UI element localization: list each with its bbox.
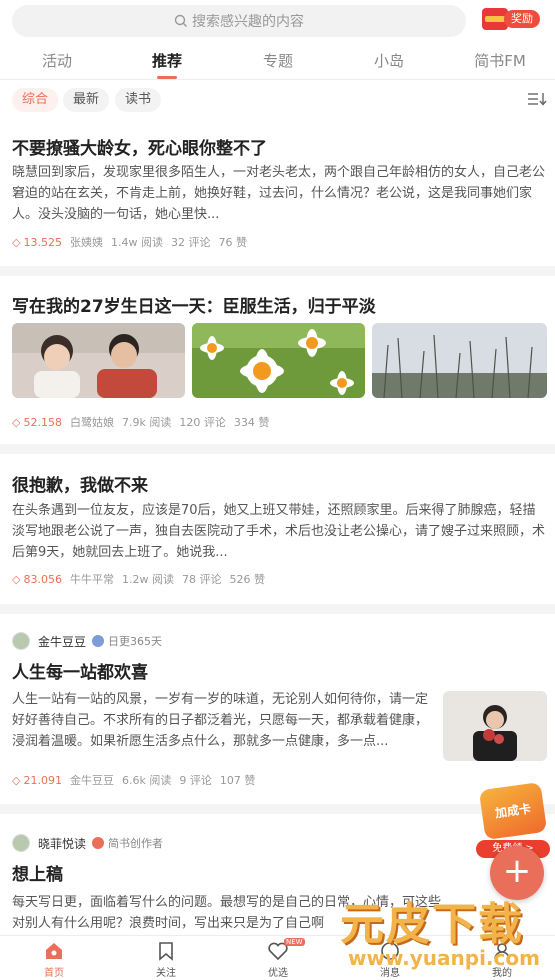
sort-icon[interactable] xyxy=(528,92,548,110)
verified-badge-icon xyxy=(92,635,105,647)
avatar[interactable] xyxy=(12,632,30,650)
diamond-icon: ◇ xyxy=(12,572,21,586)
reward-label: 奖励 xyxy=(504,10,540,28)
author-row[interactable]: 金牛豆豆 日更365天 xyxy=(12,632,162,650)
filter-reading[interactable]: 读书 xyxy=(115,88,162,112)
article-excerpt: 人生一站有一站的风景，一岁有一岁的味道，无论别人如何待你，请一定好好善待自己。不… xyxy=(12,692,429,749)
article-meta: ◇ 21.091 金牛豆豆 6.6k 阅读 9 评论 107 赞 xyxy=(12,772,263,788)
author-name[interactable]: 金牛豆豆 xyxy=(38,633,86,650)
diamond-score: 83.056 xyxy=(23,572,62,586)
top-bar: 搜索感兴趣的内容 奖励 xyxy=(0,0,555,40)
tab-topics[interactable]: 专题 xyxy=(263,50,293,71)
article-card[interactable]: 很抱歉，我做不来 在头条遇到一位友友，应该是70后，她又上班又带娃，还照顾家里。… xyxy=(0,454,555,604)
search-icon xyxy=(174,14,187,27)
author-name[interactable]: 晓菲悦读 xyxy=(38,835,86,852)
author-tag: 日更365天 xyxy=(108,635,163,648)
article-meta: ◇ 13.525 张姨姨 1.4w 阅读 32 评论 76 赞 xyxy=(12,234,255,250)
watermark-text: 元皮下载 xyxy=(340,899,524,950)
read-count: 1.2w 阅读 xyxy=(121,573,174,586)
search-placeholder: 搜索感兴趣的内容 xyxy=(192,14,304,30)
article-excerpt: 晓慧回到家后，发现家里很多陌生人，一对老头老太，两个跟自己年龄相仿的女人，自己老… xyxy=(12,165,546,222)
tab-island[interactable]: 小岛 xyxy=(374,50,404,71)
diamond-score: 52.158 xyxy=(23,415,62,429)
watermark-url: www.yuanpi.com xyxy=(348,946,540,970)
article-thumbnail[interactable] xyxy=(443,691,547,761)
divider xyxy=(0,444,555,454)
article-title[interactable]: 很抱歉，我做不来 xyxy=(12,471,148,496)
article-image-reeds[interactable] xyxy=(372,323,547,398)
nav-featured-label: 优选 xyxy=(268,968,288,979)
author-name[interactable]: 张姨姨 xyxy=(70,234,103,250)
tab-activity[interactable]: 活动 xyxy=(42,50,72,71)
article-title[interactable]: 人生每一站都欢喜 xyxy=(12,658,148,683)
nav-follow[interactable]: 关注 xyxy=(126,940,206,979)
diamond-score: 21.091 xyxy=(23,773,62,787)
tab-recommend[interactable]: 推荐 xyxy=(152,50,182,71)
article-image-couple[interactable] xyxy=(12,323,185,398)
bonus-card-label: 加成卡 xyxy=(478,781,548,841)
author-name[interactable]: 白鹭姑娘 xyxy=(70,414,114,430)
nav-featured[interactable]: NEW 优选 xyxy=(238,938,318,979)
home-icon xyxy=(46,943,62,959)
avatar[interactable] xyxy=(12,834,30,852)
like-count: 526 赞 xyxy=(229,573,265,586)
read-count: 1.4w 阅读 xyxy=(110,236,163,249)
creator-badge-icon xyxy=(92,837,105,849)
nav-home[interactable]: 首页 xyxy=(14,940,94,979)
like-count: 107 赞 xyxy=(219,774,256,787)
filter-comprehensive[interactable]: 综合 xyxy=(12,88,59,112)
like-count: 334 赞 xyxy=(233,416,270,429)
article-meta: ◇ 52.158 白鹭姑娘 7.9k 阅读 120 评论 334 赞 xyxy=(12,414,277,430)
search-input[interactable]: 搜索感兴趣的内容 xyxy=(12,5,466,37)
diamond-icon: ◇ xyxy=(12,773,21,787)
watermark: 元皮下载 www.yuanpi.com xyxy=(330,888,552,978)
divider xyxy=(0,804,555,814)
author-name[interactable]: 金牛豆豆 xyxy=(70,772,114,788)
comment-count: 78 评论 xyxy=(181,573,222,586)
author-name[interactable]: 牛牛平常 xyxy=(70,571,114,587)
filter-latest[interactable]: 最新 xyxy=(63,88,110,112)
nav-follow-label: 关注 xyxy=(156,968,176,979)
author-row[interactable]: 晓菲悦读 简书创作者 xyxy=(12,834,163,852)
nav-home-label: 首页 xyxy=(44,968,64,979)
article-card[interactable]: 不要撩骚大龄女，死心眼你整不了 晓慧回到家后，发现家里很多陌生人，一对老头老太，… xyxy=(0,120,555,266)
category-tabs: 活动 推荐 专题 小岛 简书FM xyxy=(0,42,555,80)
reward-button[interactable]: 奖励 xyxy=(476,6,546,32)
comment-count: 9 评论 xyxy=(179,774,212,787)
divider xyxy=(0,604,555,614)
read-count: 7.9k 阅读 xyxy=(121,416,172,429)
diamond-icon: ◇ xyxy=(12,415,21,429)
diamond-score: 13.525 xyxy=(23,235,62,249)
comment-count: 32 评论 xyxy=(170,236,211,249)
like-count: 76 赞 xyxy=(218,236,247,249)
comment-count: 120 评论 xyxy=(179,416,226,429)
new-badge: NEW xyxy=(284,938,305,946)
article-image-flowers[interactable] xyxy=(192,323,365,398)
article-title[interactable]: 写在我的27岁生日这一天：臣服生活，归于平淡 xyxy=(12,292,376,317)
author-tag: 简书创作者 xyxy=(108,837,164,850)
bookmark-icon xyxy=(159,942,173,961)
article-card[interactable]: 金牛豆豆 日更365天 人生每一站都欢喜 人生一站有一站的风景，一岁有一岁的味道… xyxy=(0,614,555,804)
diamond-icon: ◇ xyxy=(12,235,21,249)
read-count: 6.6k 阅读 xyxy=(121,774,172,787)
divider xyxy=(0,266,555,276)
article-title[interactable]: 不要撩骚大龄女，死心眼你整不了 xyxy=(12,134,267,159)
filter-bar: 综合 最新 读书 xyxy=(0,80,555,120)
article-title[interactable]: 想上稿 xyxy=(12,860,63,885)
article-excerpt: 在头条遇到一位友友，应该是70后，她又上班又带娃，还照顾家里。后来得了肺腺癌，轻… xyxy=(12,503,546,560)
article-meta: ◇ 83.056 牛牛平常 1.2w 阅读 78 评论 526 赞 xyxy=(12,571,273,587)
article-card[interactable]: 写在我的27岁生日这一天：臣服生活，归于平淡 ◇ 52.158 白鹭姑娘 7.9… xyxy=(0,276,555,444)
active-tab-indicator xyxy=(157,76,177,79)
tab-fm[interactable]: 简书FM xyxy=(474,50,526,71)
